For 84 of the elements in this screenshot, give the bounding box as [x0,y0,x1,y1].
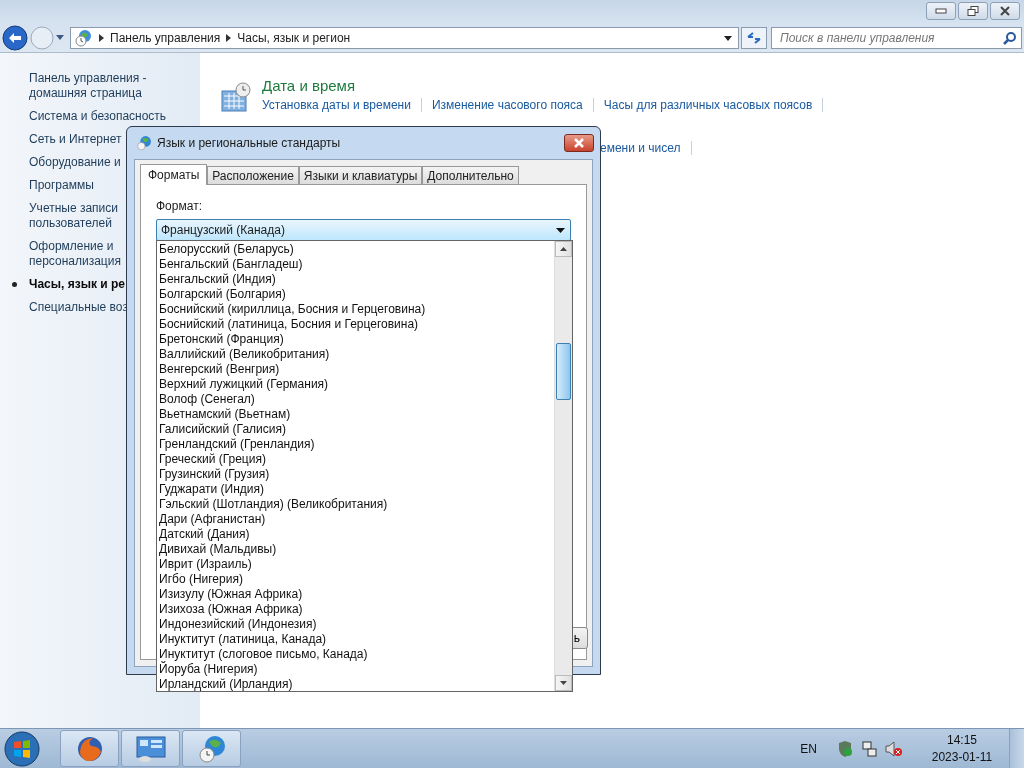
dropdown-option[interactable]: Индонезийский (Индонезия) [159,617,554,632]
format-dropdown[interactable]: Французский (Канада) [156,219,571,241]
dropdown-option[interactable]: Дари (Афганистан) [159,512,554,527]
control-panel-icon [134,733,167,764]
dropdown-option[interactable]: Гренландский (Гренландия) [159,437,554,452]
dropdown-option[interactable]: Инуктитут (латиница, Канада) [159,632,554,647]
dialog-title: Язык и региональные стандарты [157,136,341,150]
taskbar-button[interactable] [182,730,241,767]
scrollbar[interactable] [554,241,572,691]
breadcrumb[interactable]: Часы, язык и регион [237,31,351,45]
dropdown-option[interactable]: Верхний лужицкий (Германия) [159,377,554,392]
scroll-down-button[interactable] [555,675,572,691]
dropdown-option[interactable]: Бенгальский (Бангладеш) [159,257,554,272]
refresh-button[interactable] [741,27,767,49]
up-arrow-icon [560,247,567,251]
close-icon [999,6,1011,16]
format-label: Формат: [156,199,203,213]
category-link[interactable]: Установка даты и времени [262,98,411,112]
dropdown-option[interactable]: Вьетнамский (Вьетнам) [159,407,554,422]
clock-date[interactable]: 2023-01-11 [931,748,993,766]
dropdown-option[interactable]: Боснийский (латиница, Босния и Герцеговина) [159,317,554,332]
sidebar-item[interactable]: Система и безопасность [12,109,174,124]
address-bar[interactable]: Панель управления Часы, язык и регион [70,27,739,49]
tab[interactable]: Языки и клавиатуры [298,166,423,184]
refresh-icon [746,31,762,45]
dropdown-option[interactable]: Гуджарати (Индия) [159,482,554,497]
dropdown-option[interactable]: Инуктитут (слоговое письмо, Канада) [159,647,554,662]
dropdown-option[interactable]: Изихоза (Южная Африка) [159,602,554,617]
dropdown-option[interactable]: Греческий (Греция) [159,452,554,467]
dropdown-option[interactable]: Венгерский (Венгрия) [159,362,554,377]
dropdown-option[interactable]: Грузинский (Грузия) [159,467,554,482]
dropdown-option[interactable]: Изизулу (Южная Африка) [159,587,554,602]
back-icon[interactable] [2,25,28,51]
tab[interactable]: Форматы [140,164,208,185]
dropdown-option[interactable]: Иврит (Израиль) [159,557,554,572]
breadcrumb[interactable]: Панель управления [110,31,221,45]
taskbar-button[interactable] [121,730,180,767]
category-title[interactable]: Дата и время [262,77,834,94]
dropdown-option[interactable]: Датский (Дания) [159,527,554,542]
chevron-icon [99,34,104,42]
dropdown-arrow-icon [556,227,565,233]
scroll-thumb[interactable] [556,343,571,400]
tab[interactable]: Расположение [207,166,299,184]
scroll-up-button[interactable] [555,241,572,257]
taskbar-button[interactable] [60,730,119,767]
dropdown-option[interactable]: Галисийский (Галисия) [159,422,554,437]
dropdown-option[interactable]: Болгарский (Болгария) [159,287,554,302]
dropdown-option[interactable]: Дивихай (Мальдивы) [159,542,554,557]
globe-clock-icon [136,135,152,151]
chevron-icon [226,34,232,42]
category-link[interactable]: Изменение часового пояса [431,98,583,112]
clock-time[interactable]: 14:15 [947,731,977,749]
dropdown-option[interactable]: Бенгальский (Индия) [159,272,554,287]
dropdown-option[interactable]: Игбо (Нигерия) [159,572,554,587]
dropdown-option[interactable]: Белорусский (Беларусь) [159,242,554,257]
language-indicator[interactable]: EN [800,741,817,756]
search-field[interactable]: Поиск в панели управления [771,27,1022,49]
dropdown-arrow-icon[interactable] [724,35,732,41]
minimize-icon [935,8,947,14]
category-link[interactable]: емени и чисел [600,141,681,155]
category-link[interactable]: Часы для различных часовых поясов [603,98,813,112]
control-panel-icon [75,29,93,47]
dropdown-option[interactable]: Йоруба (Нигерия) [159,662,554,677]
dropdown-option[interactable]: Валлийский (Великобритания) [159,347,554,362]
calendar-clock-icon [220,81,252,113]
dropdown-option[interactable]: Ирландский (Ирландия) [159,677,554,692]
dropdown-option[interactable]: Боснийский (кириллица, Босния и Герцеговина) [159,302,554,317]
speaker-muted-icon[interactable] [885,740,903,757]
dropdown-option[interactable]: Гэльский (Шотландия) (Великобритания) [159,497,554,512]
start-button[interactable] [4,730,40,767]
close-icon [573,138,585,148]
restore-icon [967,6,979,16]
search-icon [1003,31,1016,45]
tab[interactable]: Дополнительно [422,166,519,184]
globe-clock-icon [196,733,227,764]
dropdown-option[interactable]: Волоф (Сенегал) [159,392,554,407]
shield-check-icon[interactable] [837,740,853,757]
network-icon[interactable] [861,740,877,757]
dropdown-option[interactable]: Бретонский (Франция) [159,332,554,347]
close-button[interactable] [990,2,1020,20]
close-button[interactable] [564,134,594,152]
restore-button[interactable] [958,2,988,20]
down-arrow-icon [560,681,567,685]
sidebar-item[interactable]: Панель управления - домашняя страница [12,71,174,101]
